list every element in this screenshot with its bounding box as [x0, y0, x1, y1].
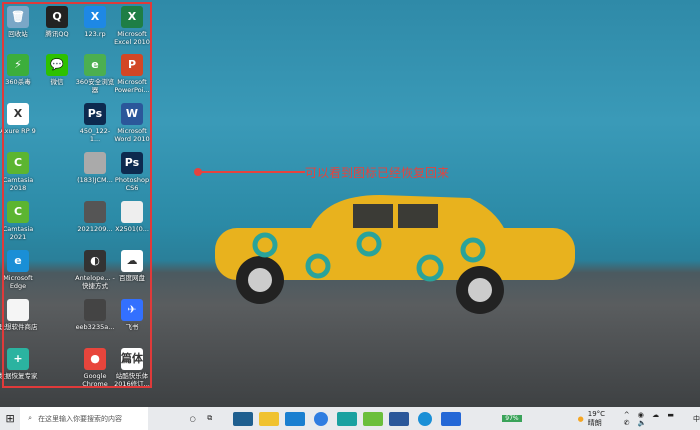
phone-icon[interactable]	[441, 411, 462, 426]
desktop: 🗑 回收站 Q 腾讯QQ X 123.rp X Microsoft Excel 2010 ⚡ 36…	[0, 0, 700, 407]
360-browser-icon[interactable]	[363, 411, 384, 426]
task-view-icon[interactable]: ⧉	[201, 414, 218, 423]
taskbar: ⊞ ⌕ 在这里输入你要搜索的内容 ○ ⧉ 97% ● 19°C 晴朗 ^ ◉ ☁…	[0, 407, 700, 430]
mail-icon[interactable]	[285, 411, 306, 426]
weather[interactable]: 19°C 晴朗	[588, 410, 614, 428]
clock-icon[interactable]	[314, 411, 329, 426]
tray-icons[interactable]: ^ ◉ ☁ ▬ ✆ 🔈	[624, 411, 689, 427]
search-placeholder: 在这里输入你要搜索的内容	[38, 414, 123, 423]
car-wallpaper	[215, 195, 575, 314]
battery-indicator[interactable]: 97%	[502, 415, 522, 422]
file-explorer-icon[interactable]	[259, 411, 280, 426]
selection-highlight	[2, 2, 152, 388]
input-method[interactable]: 中	[693, 414, 700, 424]
search-icon: ⌕	[28, 414, 33, 422]
edge-icon[interactable]	[418, 411, 433, 426]
store-icon[interactable]	[233, 411, 254, 426]
annotation-arrow	[194, 168, 305, 176]
weather-icon: ●	[577, 414, 584, 423]
app-icon[interactable]	[337, 411, 358, 426]
annotation-text: 可以看到图标已经恢复回来	[305, 166, 450, 180]
word-icon[interactable]	[389, 411, 410, 426]
search-box[interactable]: ⌕ 在这里输入你要搜索的内容	[20, 407, 149, 430]
start-button[interactable]: ⊞	[0, 412, 20, 425]
cortana-icon[interactable]: ○	[184, 415, 201, 423]
